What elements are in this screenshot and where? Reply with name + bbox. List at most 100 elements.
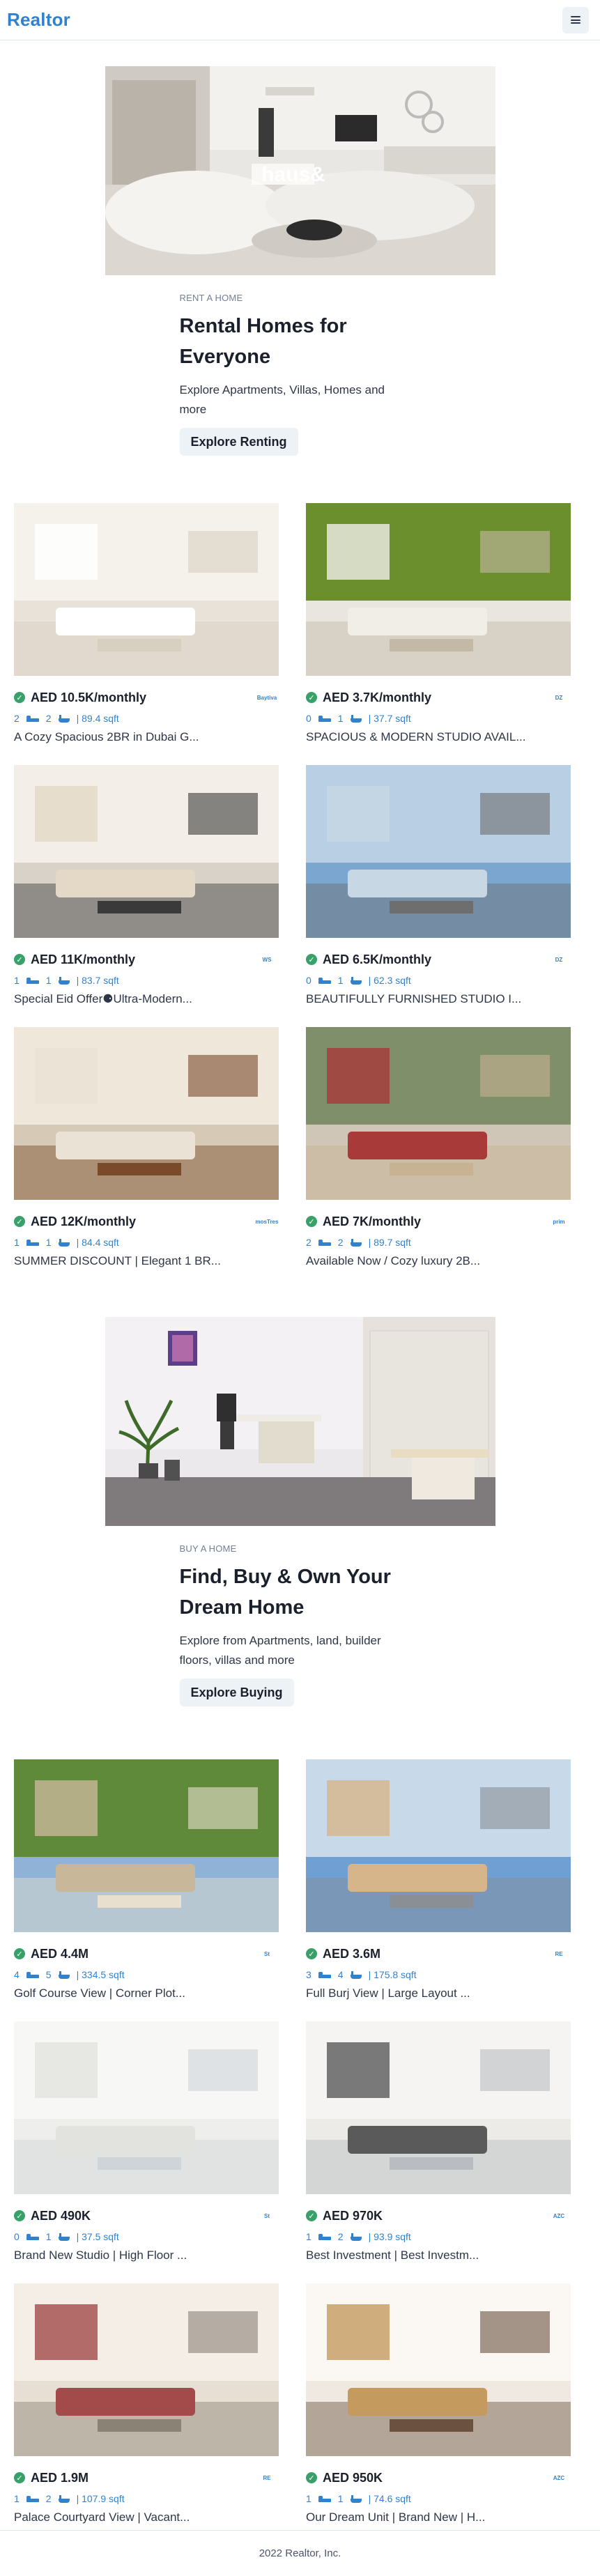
- property-title[interactable]: BEAUTIFULLY FURNISHED STUDIO I...: [306, 992, 571, 1006]
- property-card[interactable]: ✓ AED 1.9M RE 1 2 | 107.9 sqft Palace Co…: [14, 2283, 279, 2524]
- property-card[interactable]: ✓ AED 3.6M RE 3 4 | 175.8 sqft Full Burj…: [306, 1759, 571, 2000]
- explore-renting-button[interactable]: Explore Renting: [179, 428, 298, 456]
- property-details: 1 2 | 93.9 sqft: [306, 2230, 571, 2243]
- banner-title: Rental Homes for Everyone: [179, 315, 347, 368]
- property-title[interactable]: Palace Courtyard View | Vacant...: [14, 2511, 279, 2524]
- explore-buying-button[interactable]: Explore Buying: [179, 1679, 294, 1706]
- bed-icon: [318, 1971, 331, 1978]
- property-card[interactable]: ✓ AED 6.5K/monthly DZ 0 1 | 62.3 sqft BE…: [306, 765, 571, 1006]
- property-title[interactable]: Our Dream Unit | Brand New | H...: [306, 2511, 571, 2524]
- bedroom-count: 1: [306, 2231, 311, 2242]
- bathroom-count: 1: [45, 2231, 52, 2242]
- property-details: 1 1 | 83.7 sqft: [14, 974, 279, 987]
- property-area: | 93.9 sqft: [368, 2231, 411, 2242]
- property-card[interactable]: ✓ AED 10.5K/monthly Baytiva 2 2 | 89.4 s…: [14, 503, 279, 744]
- property-title[interactable]: Special Eid Offer⚈Ultra-Modern...: [14, 992, 279, 1006]
- bath-icon: [350, 2494, 362, 2503]
- property-photo[interactable]: [14, 503, 279, 676]
- bedroom-count: 1: [14, 975, 20, 986]
- property-card[interactable]: ✓ AED 3.7K/monthly DZ 0 1 | 37.7 sqft SP…: [306, 503, 571, 744]
- property-card[interactable]: ✓ AED 490K St 0 1 | 37.5 sqft Brand New …: [14, 2021, 279, 2262]
- bathroom-count: 1: [45, 975, 52, 986]
- agency-logo: DZ: [555, 694, 563, 701]
- bath-icon: [350, 1238, 362, 1247]
- area-grid-icon: [132, 2494, 140, 2503]
- property-card[interactable]: ✓ AED 4.4M St 4 5 | 334.5 sqft Golf Cour…: [14, 1759, 279, 2000]
- area-grid-icon: [418, 2232, 426, 2241]
- property-title[interactable]: Brand New Studio | High Floor ...: [14, 2249, 279, 2262]
- footer-text: 2022 Realtor, Inc.: [259, 2547, 341, 2559]
- property-title[interactable]: Full Burj View | Large Layout ...: [306, 1987, 571, 2000]
- agency-logo: St: [264, 1950, 270, 1957]
- property-title[interactable]: A Cozy Spacious 2BR in Dubai G...: [14, 730, 279, 744]
- property-photo[interactable]: [306, 503, 571, 676]
- rent-banner-image: haus&: [105, 66, 495, 275]
- bedroom-count: 1: [306, 2493, 311, 2504]
- property-details: 1 2 | 107.9 sqft: [14, 2492, 279, 2505]
- bedroom-count: 0: [306, 713, 311, 724]
- property-area: | 62.3 sqft: [368, 975, 411, 986]
- bed-icon: [318, 715, 331, 722]
- property-title[interactable]: Available Now / Cozy luxury 2B...: [306, 1254, 571, 1268]
- property-price: AED 1.9M: [31, 2470, 89, 2485]
- bedroom-count: 1: [14, 1237, 20, 1248]
- verified-check-icon: ✓: [306, 2472, 317, 2483]
- buy-banner: BUY A HOME Find, Buy & Own Your Dream Ho…: [105, 1317, 495, 1706]
- property-area: | 89.4 sqft: [76, 713, 119, 724]
- bathroom-count: 2: [337, 1237, 344, 1248]
- agency-logo: AZC: [553, 2212, 565, 2219]
- area-grid-icon: [424, 1970, 432, 1979]
- property-price: AED 3.7K/monthly: [323, 690, 432, 704]
- menu-button[interactable]: [562, 6, 589, 33]
- property-title[interactable]: SPACIOUS & MODERN STUDIO AVAIL...: [306, 730, 571, 744]
- verified-check-icon: ✓: [306, 2210, 317, 2221]
- property-photo[interactable]: [306, 1759, 571, 1932]
- property-photo[interactable]: [14, 2021, 279, 2194]
- property-card[interactable]: ✓ AED 11K/monthly WS 1 1 | 83.7 sqft Spe…: [14, 765, 279, 1006]
- property-photo[interactable]: [306, 1027, 571, 1200]
- verified-check-icon: ✓: [306, 1948, 317, 1959]
- property-title[interactable]: Golf Course View | Corner Plot...: [14, 1987, 279, 2000]
- agency-logo: WS: [262, 956, 272, 963]
- property-title[interactable]: Best Investment | Best Investm...: [306, 2249, 571, 2262]
- property-area: | 89.7 sqft: [368, 1237, 411, 1248]
- property-photo[interactable]: [306, 2283, 571, 2456]
- area-grid-icon: [126, 976, 134, 985]
- bed-icon: [318, 1239, 331, 1246]
- verified-check-icon: ✓: [14, 1948, 25, 1959]
- property-price: AED 970K: [323, 2208, 383, 2223]
- property-photo[interactable]: [14, 1027, 279, 1200]
- property-price: AED 3.6M: [323, 1946, 381, 1961]
- property-photo[interactable]: [14, 2283, 279, 2456]
- area-grid-icon: [418, 714, 426, 723]
- bedroom-count: 3: [306, 1969, 311, 1980]
- property-photo[interactable]: [14, 765, 279, 938]
- property-card[interactable]: ✓ AED 970K AZC 1 2 | 93.9 sqft Best Inve…: [306, 2021, 571, 2262]
- footer: 2022 Realtor, Inc.: [0, 2530, 600, 2576]
- banner-title: Find, Buy & Own Your Dream Home: [179, 1566, 391, 1619]
- area-grid-icon: [126, 1238, 134, 1247]
- property-details: 0 1 | 62.3 sqft: [306, 974, 571, 987]
- property-card[interactable]: ✓ AED 7K/monthly prim 2 2 | 89.7 sqft Av…: [306, 1027, 571, 1268]
- property-photo[interactable]: [14, 1759, 279, 1932]
- bedroom-count: 2: [14, 713, 20, 724]
- property-area: | 37.5 sqft: [76, 2231, 119, 2242]
- site-logo[interactable]: Realtor: [7, 9, 70, 31]
- banner-watermark: haus&: [261, 163, 325, 186]
- banner-description: Explore Apartments, Villas, Homes and mo…: [179, 383, 385, 416]
- verified-check-icon: ✓: [14, 1216, 25, 1227]
- property-photo[interactable]: [306, 765, 571, 938]
- property-details: 0 1 | 37.5 sqft: [14, 2230, 279, 2243]
- property-details: 2 2 | 89.7 sqft: [306, 1236, 571, 1249]
- property-card[interactable]: ✓ AED 950K AZC 1 1 | 74.6 sqft Our Dream…: [306, 2283, 571, 2524]
- property-price: AED 7K/monthly: [323, 1214, 422, 1228]
- property-price: AED 4.4M: [31, 1946, 89, 1961]
- property-card[interactable]: ✓ AED 12K/monthly mosTres 1 1 | 84.4 sqf…: [14, 1027, 279, 1268]
- hamburger-icon: [571, 16, 580, 24]
- property-title[interactable]: SUMMER DISCOUNT | Elegant 1 BR...: [14, 1254, 279, 1268]
- banner-eyebrow: BUY A HOME: [179, 1543, 237, 1554]
- bathroom-count: 1: [337, 713, 344, 724]
- agency-logo: prim: [553, 1218, 565, 1225]
- bedroom-count: 1: [14, 2493, 20, 2504]
- property-photo[interactable]: [306, 2021, 571, 2194]
